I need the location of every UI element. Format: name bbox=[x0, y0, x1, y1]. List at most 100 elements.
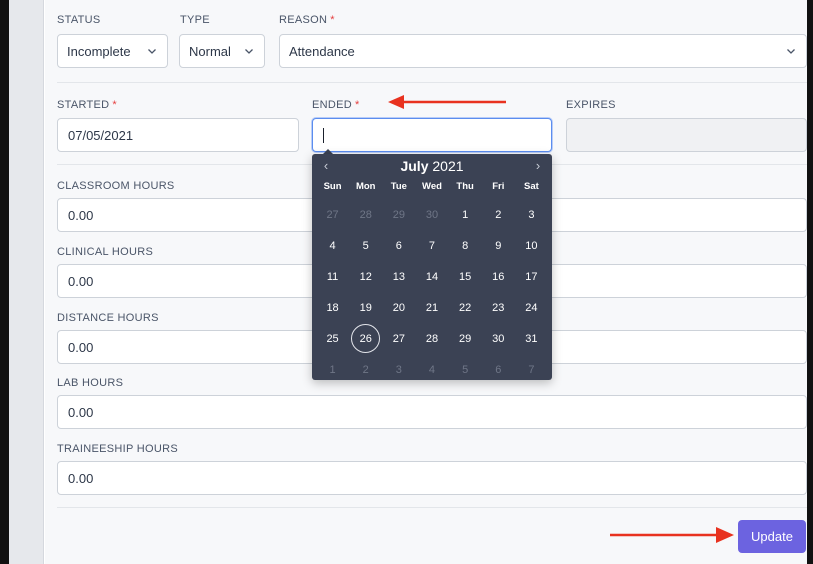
calendar-day-number: 26 bbox=[351, 324, 381, 353]
calendar-day-number: 19 bbox=[359, 301, 372, 314]
calendar-day-today[interactable]: 26 bbox=[349, 323, 382, 354]
weekday-header: Wed bbox=[422, 181, 442, 192]
calendar-day[interactable]: 18 bbox=[316, 292, 349, 323]
calendar-weekday-header: Sun Mon Tue Wed Thu Fri Sat bbox=[312, 181, 552, 192]
calendar-day-number: 21 bbox=[425, 301, 439, 314]
started-date-input[interactable]: 07/05/2021 bbox=[57, 118, 299, 152]
next-month-button[interactable]: › bbox=[530, 158, 546, 173]
calendar-day-number: 4 bbox=[329, 239, 336, 252]
chevron-down-icon bbox=[787, 49, 795, 54]
type-select[interactable]: Normal bbox=[179, 34, 265, 68]
calendar-day[interactable]: 1 bbox=[449, 199, 482, 230]
calendar-day[interactable]: 23 bbox=[482, 292, 515, 323]
calendar-day[interactable]: 8 bbox=[449, 230, 482, 261]
calendar-day[interactable]: 28 bbox=[415, 323, 448, 354]
calendar-day-number: 10 bbox=[525, 239, 538, 252]
calendar-day[interactable]: 28 bbox=[349, 199, 382, 230]
calendar-day[interactable]: 29 bbox=[449, 323, 482, 354]
calendar-day[interactable]: 27 bbox=[316, 199, 349, 230]
reason-label: REASON * bbox=[279, 14, 335, 26]
calendar-day-number: 28 bbox=[359, 208, 372, 221]
lab-hours-label: LAB HOURS bbox=[57, 377, 124, 389]
calendar-day-number: 7 bbox=[428, 239, 436, 252]
calendar-day[interactable]: 13 bbox=[382, 261, 415, 292]
calendar-day-number: 7 bbox=[528, 363, 535, 376]
calendar-day[interactable]: 7 bbox=[515, 354, 548, 385]
calendar-day[interactable]: 24 bbox=[515, 292, 548, 323]
calendar-day-number: 13 bbox=[392, 270, 405, 283]
lab-hours-input[interactable]: 0.00 bbox=[57, 395, 807, 429]
ended-label: ENDED * bbox=[312, 99, 360, 111]
calendar-day-number: 4 bbox=[428, 363, 436, 376]
calendar-day-number: 16 bbox=[492, 270, 505, 283]
calendar-day[interactable]: 15 bbox=[449, 261, 482, 292]
calendar-day-number: 14 bbox=[425, 270, 439, 283]
calendar-day-number: 15 bbox=[459, 270, 472, 283]
calendar-day[interactable]: 3 bbox=[382, 354, 415, 385]
calendar-day[interactable]: 6 bbox=[482, 354, 515, 385]
calendar-day-number: 2 bbox=[495, 208, 502, 221]
classroom-hours-label: CLASSROOM HOURS bbox=[57, 180, 175, 192]
calendar-day-number: 23 bbox=[492, 301, 505, 314]
calendar-day[interactable]: 16 bbox=[482, 261, 515, 292]
calendar-day[interactable]: 22 bbox=[449, 292, 482, 323]
weekday-header: Sat bbox=[524, 181, 539, 192]
ended-date-input[interactable] bbox=[312, 118, 552, 152]
calendar-day[interactable]: 4 bbox=[415, 354, 448, 385]
date-picker-calendar: ‹ July 2021 › Sun Mon Tue Wed Thu Fri Sat 27 28… bbox=[312, 154, 552, 380]
traineeship-hours-input[interactable]: 0.00 bbox=[57, 461, 807, 495]
chevron-down-icon bbox=[245, 49, 253, 54]
calendar-day[interactable]: 11 bbox=[316, 261, 349, 292]
type-label: TYPE bbox=[180, 14, 210, 26]
calendar-day-number: 30 bbox=[425, 208, 439, 221]
started-date-value: 07/05/2021 bbox=[68, 127, 134, 143]
weekday-header: Sun bbox=[323, 181, 342, 192]
calendar-day[interactable]: 20 bbox=[382, 292, 415, 323]
divider bbox=[57, 507, 807, 508]
calendar-day[interactable]: 17 bbox=[515, 261, 548, 292]
calendar-day-number: 2 bbox=[362, 363, 369, 376]
calendar-year[interactable]: 2021 bbox=[432, 158, 463, 174]
calendar-day[interactable]: 12 bbox=[349, 261, 382, 292]
calendar-day[interactable]: 30 bbox=[415, 199, 448, 230]
update-button[interactable]: Update bbox=[738, 520, 806, 553]
calendar-day-number: 31 bbox=[525, 332, 538, 345]
calendar-day[interactable]: 7 bbox=[415, 230, 448, 261]
calendar-day[interactable]: 19 bbox=[349, 292, 382, 323]
calendar-day-number: 30 bbox=[492, 332, 505, 345]
calendar-day-number: 1 bbox=[462, 208, 469, 221]
status-select[interactable]: Incomplete bbox=[57, 34, 168, 68]
calendar-day[interactable]: 5 bbox=[349, 230, 382, 261]
calendar-day[interactable]: 4 bbox=[316, 230, 349, 261]
calendar-day[interactable]: 25 bbox=[316, 323, 349, 354]
weekday-header: Fri bbox=[492, 181, 505, 192]
calendar-day[interactable]: 30 bbox=[482, 323, 515, 354]
weekday-header: Mon bbox=[355, 181, 376, 192]
calendar-day[interactable]: 2 bbox=[482, 199, 515, 230]
calendar-day-number: 24 bbox=[525, 301, 538, 314]
calendar-day[interactable]: 9 bbox=[482, 230, 515, 261]
status-value: Incomplete bbox=[67, 43, 131, 59]
classroom-hours-value: 0.00 bbox=[68, 207, 94, 223]
calendar-day[interactable]: 1 bbox=[316, 354, 349, 385]
calendar-day[interactable]: 2 bbox=[349, 354, 382, 385]
calendar-day[interactable]: 14 bbox=[415, 261, 448, 292]
traineeship-hours-value: 0.00 bbox=[68, 470, 94, 486]
calendar-day[interactable]: 29 bbox=[382, 199, 415, 230]
annotation-arrow-right-icon bbox=[610, 527, 734, 543]
calendar-day[interactable]: 21 bbox=[415, 292, 448, 323]
calendar-day[interactable]: 5 bbox=[449, 354, 482, 385]
calendar-day-number: 17 bbox=[525, 270, 538, 283]
clinical-hours-label: CLINICAL HOURS bbox=[57, 246, 154, 258]
calendar-day-number: 3 bbox=[395, 363, 402, 376]
calendar-day[interactable]: 27 bbox=[382, 323, 415, 354]
reason-select[interactable]: Attendance bbox=[279, 34, 807, 68]
chevron-down-icon bbox=[148, 49, 156, 54]
calendar-day[interactable]: 10 bbox=[515, 230, 548, 261]
type-value: Normal bbox=[189, 43, 231, 59]
calendar-days-grid: 27 28 29 30 1 2 3 4 5 6 7 8 9 10 11 12 13 14 15 16 17 18 19 20 2… bbox=[312, 199, 552, 385]
calendar-day[interactable]: 31 bbox=[515, 323, 548, 354]
calendar-day[interactable]: 6 bbox=[382, 230, 415, 261]
calendar-month[interactable]: July bbox=[400, 158, 428, 174]
calendar-day[interactable]: 3 bbox=[515, 199, 548, 230]
